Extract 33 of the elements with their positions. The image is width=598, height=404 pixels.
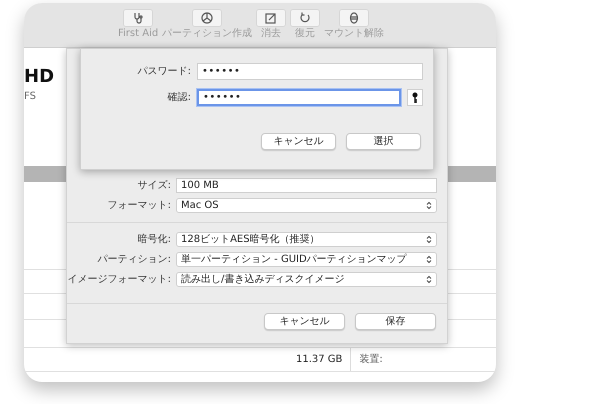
popup-menu[interactable]: Mac OS [176, 198, 437, 213]
text-field[interactable]: 100 MB [176, 178, 437, 193]
undo-arrow-icon [299, 12, 312, 24]
popup-menu[interactable]: 単一パーティション - GUIDパーティションマップ [176, 252, 437, 267]
stepper-arrows-icon [426, 201, 432, 210]
disk-subtitle: FS [24, 92, 36, 102]
popup-menu[interactable]: 読み出し/書き込みディスクイメージ [176, 272, 437, 287]
pie-chart-icon [201, 12, 214, 24]
sheet-button[interactable]: キャンセル [264, 313, 345, 330]
stepper-arrows-icon [426, 275, 432, 284]
disk-title: HD [24, 68, 54, 86]
stethoscope-icon [132, 12, 144, 24]
sheet-button[interactable]: 選択 [346, 133, 421, 150]
field-label: フォーマット: [106, 199, 171, 213]
stepper-arrows-icon [426, 255, 432, 264]
popup-menu[interactable]: 128ビットAES暗号化（推奨） [176, 232, 437, 247]
pencil-icon [265, 12, 278, 24]
disk-icon [348, 12, 360, 24]
field-label: 確認: [166, 90, 191, 105]
capacity-text: 11.37 GB [296, 353, 342, 367]
key-button[interactable] [407, 89, 423, 106]
key-icon [412, 92, 418, 104]
field-label: イメージフォーマット: [67, 273, 171, 287]
password-field[interactable]: •••••• [197, 63, 423, 80]
device-label: 装置: [359, 352, 383, 367]
sheet-button[interactable]: 保存 [355, 313, 436, 330]
field-label: パスワード: [136, 65, 191, 79]
field-label: サイズ: [136, 179, 171, 193]
sheet-button[interactable]: キャンセル [261, 133, 336, 150]
password-field[interactable]: •••••• [197, 89, 401, 106]
field-label: パーティション: [96, 253, 171, 267]
field-label: 暗号化: [136, 232, 171, 247]
stepper-arrows-icon [426, 235, 432, 244]
